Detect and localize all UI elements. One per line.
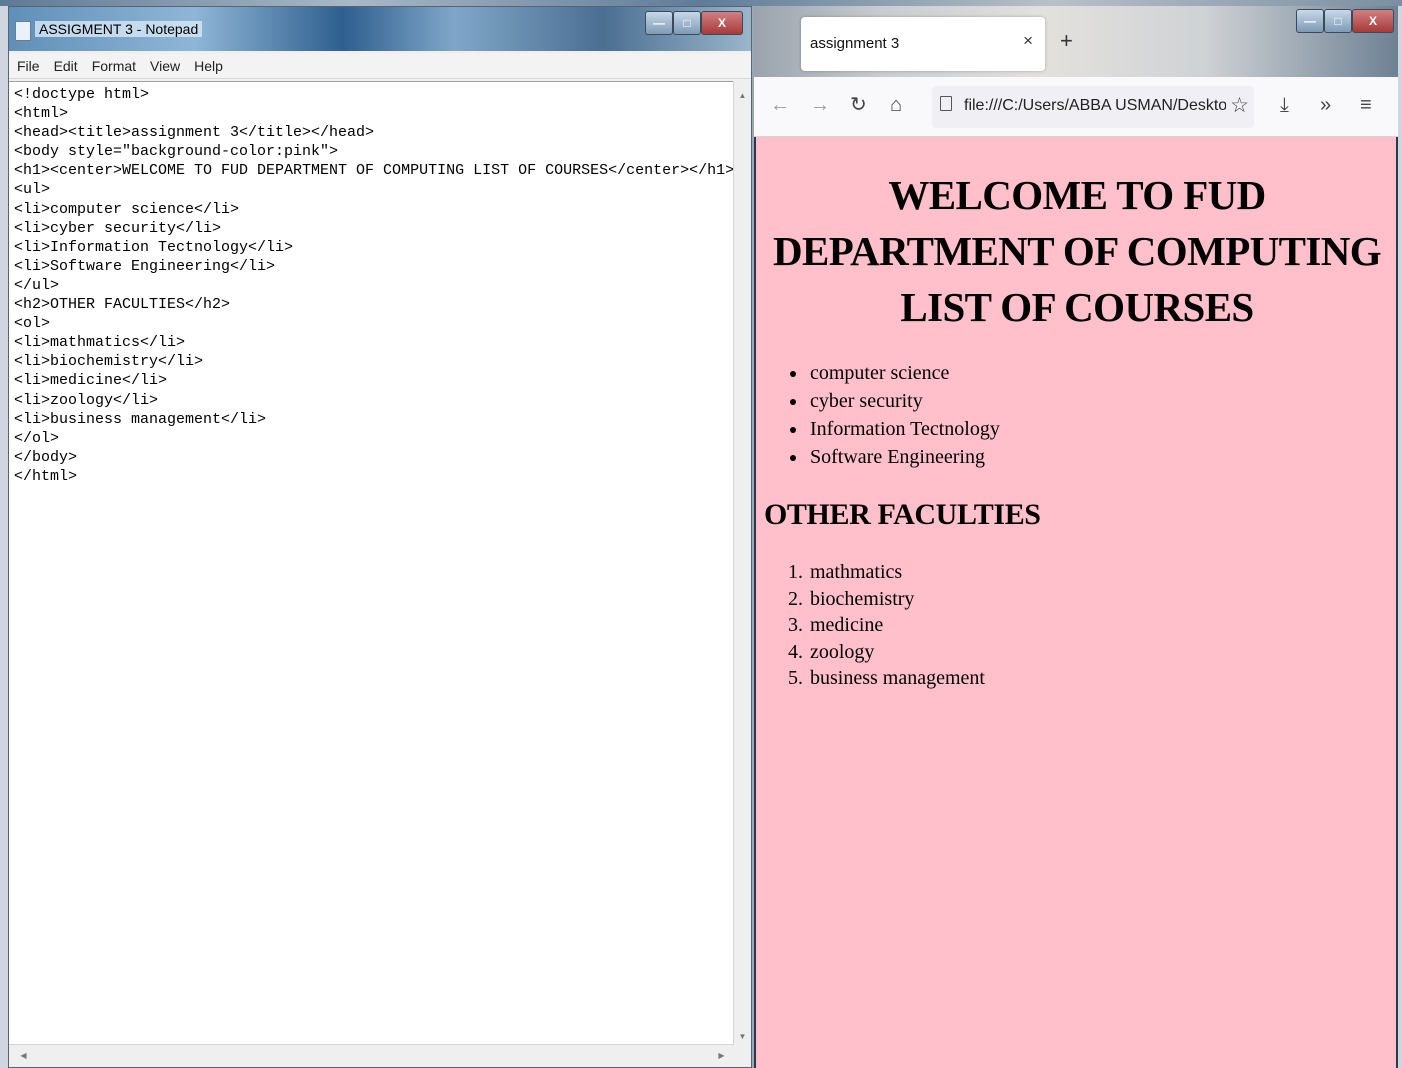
code-line: </body> [14,448,78,466]
tab-assignment-3[interactable]: assignment 3 × [801,17,1045,71]
menu-help[interactable]: Help [194,58,223,74]
list-item: Software Engineering [808,443,1396,471]
reload-icon[interactable]: ↻ [850,93,867,117]
list-item: mathmatics [808,559,1396,586]
menu-file[interactable]: File [17,58,40,74]
bookmark-star-icon[interactable]: ☆ [1230,93,1249,118]
tab-title: assignment 3 [810,35,900,52]
code-lines: <!doctype html> <html> <head><title>assi… [9,82,734,486]
scroll-up-icon[interactable]: ▲ [734,87,751,104]
page-subheading: OTHER FACULTIES [764,498,1041,531]
notepad-text-area[interactable]: <!doctype html> <html> <head><title>assi… [9,81,734,1048]
code-line: <h2>OTHER FACULTIES</h2> [14,296,231,314]
page-content: WELCOME TO FUD DEPARTMENT OF COMPUTING L… [754,137,1398,1068]
code-line: <h1><center>WELCOME TO FUD DEPARTMENT OF… [14,162,734,180]
code-line: </ul> [14,276,60,294]
browser-window-controls: — □ X [1296,9,1394,33]
notepad-window-controls: — □ X [645,11,743,35]
menu-format[interactable]: Format [92,58,136,74]
faculty-list: mathmatics biochemistry medicine zoology… [756,559,1396,692]
tab-close-icon[interactable]: × [1023,31,1033,51]
code-line: <li>mathmatics</li> [14,334,186,352]
notepad-menubar: File Edit Format View Help [9,54,751,79]
menu-edit[interactable]: Edit [54,58,78,74]
code-line: <li>medicine</li> [14,372,168,390]
address-bar[interactable]: file:///C:/Users/ABBA USMAN/Desktop ☆ [932,86,1254,128]
code-line: <ul> [14,181,51,199]
minimize-button[interactable]: — [645,11,673,35]
code-line: <li>computer science</li> [14,200,240,218]
maximize-button[interactable]: □ [1324,9,1352,33]
minimize-button[interactable]: — [1296,9,1324,33]
list-item: biochemistry [808,586,1396,613]
code-line: <html> [14,105,69,123]
notepad-window: ASSIGMENT 3 - Notepad — □ X File Edit Fo… [8,6,752,1068]
maximize-button[interactable]: □ [673,11,701,35]
close-button[interactable]: X [1352,9,1394,33]
hamburger-menu-icon[interactable]: ≡ [1360,93,1372,117]
close-button[interactable]: X [701,11,743,35]
code-line: <li>Information Tectnology</li> [14,238,294,256]
scroll-right-icon[interactable]: ▶ [713,1047,730,1064]
scroll-down-icon[interactable]: ▼ [734,1028,751,1045]
code-line: </html> [14,467,78,485]
menu-view[interactable]: View [150,58,180,74]
vertical-scrollbar[interactable]: ▲ ▼ [733,81,751,1047]
download-icon[interactable]: ⤓ [1280,93,1289,117]
scroll-left-icon[interactable]: ◀ [15,1047,32,1064]
code-line: <li>business management</li> [14,410,267,428]
home-icon[interactable]: ⌂ [890,93,902,117]
browser-tabstrip: assignment 3 × + — □ X [754,6,1398,77]
code-line: </ol> [14,429,60,447]
list-item: zoology [808,639,1396,666]
list-item: computer science [808,359,1396,387]
code-line: <li>Software Engineering</li> [14,257,276,275]
horizontal-scrollbar[interactable]: ◀ ▶ [9,1044,734,1067]
list-item: Information Tectnology [808,415,1396,443]
page-icon [940,96,952,111]
forward-icon[interactable]: → [810,93,830,117]
list-item: medicine [808,612,1396,639]
notepad-title: ASSIGMENT 3 - Notepad [35,21,203,37]
back-icon[interactable]: ← [770,93,790,117]
code-line: <li>biochemistry</li> [14,353,204,371]
browser-toolbar: ← → ↻ ⌂ file:///C:/Users/ABBA USMAN/Desk… [754,77,1398,137]
notepad-app-icon [15,21,31,41]
notepad-titlebar[interactable]: ASSIGMENT 3 - Notepad — □ X [9,7,751,51]
browser-window: assignment 3 × + — □ X ← → ↻ ⌂ file:///C… [754,6,1398,1068]
size-grip[interactable] [734,1045,751,1067]
code-line: <ol> [14,315,51,333]
code-line: <li>cyber security</li> [14,219,222,237]
code-line: <!doctype html> [14,86,150,103]
url-text[interactable]: file:///C:/Users/ABBA USMAN/Desktop [964,97,1226,115]
list-item: business management [808,665,1396,692]
code-line: <head><title>assignment 3</title></head> [14,124,375,142]
course-list: computer science cyber security Informat… [756,359,1396,471]
code-line: <li>zoology</li> [14,391,159,409]
page-heading: WELCOME TO FUD DEPARTMENT OF COMPUTING L… [772,172,1382,330]
overflow-chevron-icon[interactable]: » [1320,93,1331,117]
code-line: <body style="background-color:pink"> [14,143,339,161]
new-tab-icon[interactable]: + [1060,30,1073,52]
list-item: cyber security [808,387,1396,415]
